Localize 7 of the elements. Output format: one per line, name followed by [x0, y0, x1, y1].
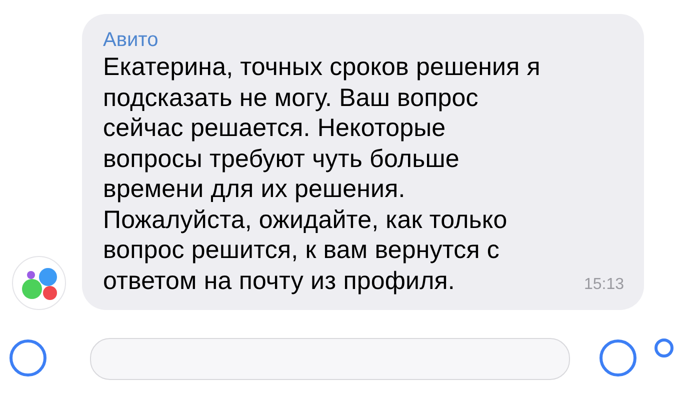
message-text: Екатерина, точных сроков решения я подсказать не могу. Ваш вопрос сейчас решается. Некоторые вопросы требуют чуть больше времени для их решения. Пожалуйста, ожидайте, как только вопрос решится, к вам вернутся с ответом на почту из профиля.	[103, 52, 540, 296]
sender-name: Авито	[103, 28, 160, 52]
circle-icon[interactable]	[8, 338, 48, 378]
message-time: 15:13	[584, 276, 624, 294]
message-input-field[interactable]	[90, 338, 570, 380]
avatar-logo-icon	[12, 256, 66, 310]
circle-icon[interactable]	[598, 338, 638, 378]
